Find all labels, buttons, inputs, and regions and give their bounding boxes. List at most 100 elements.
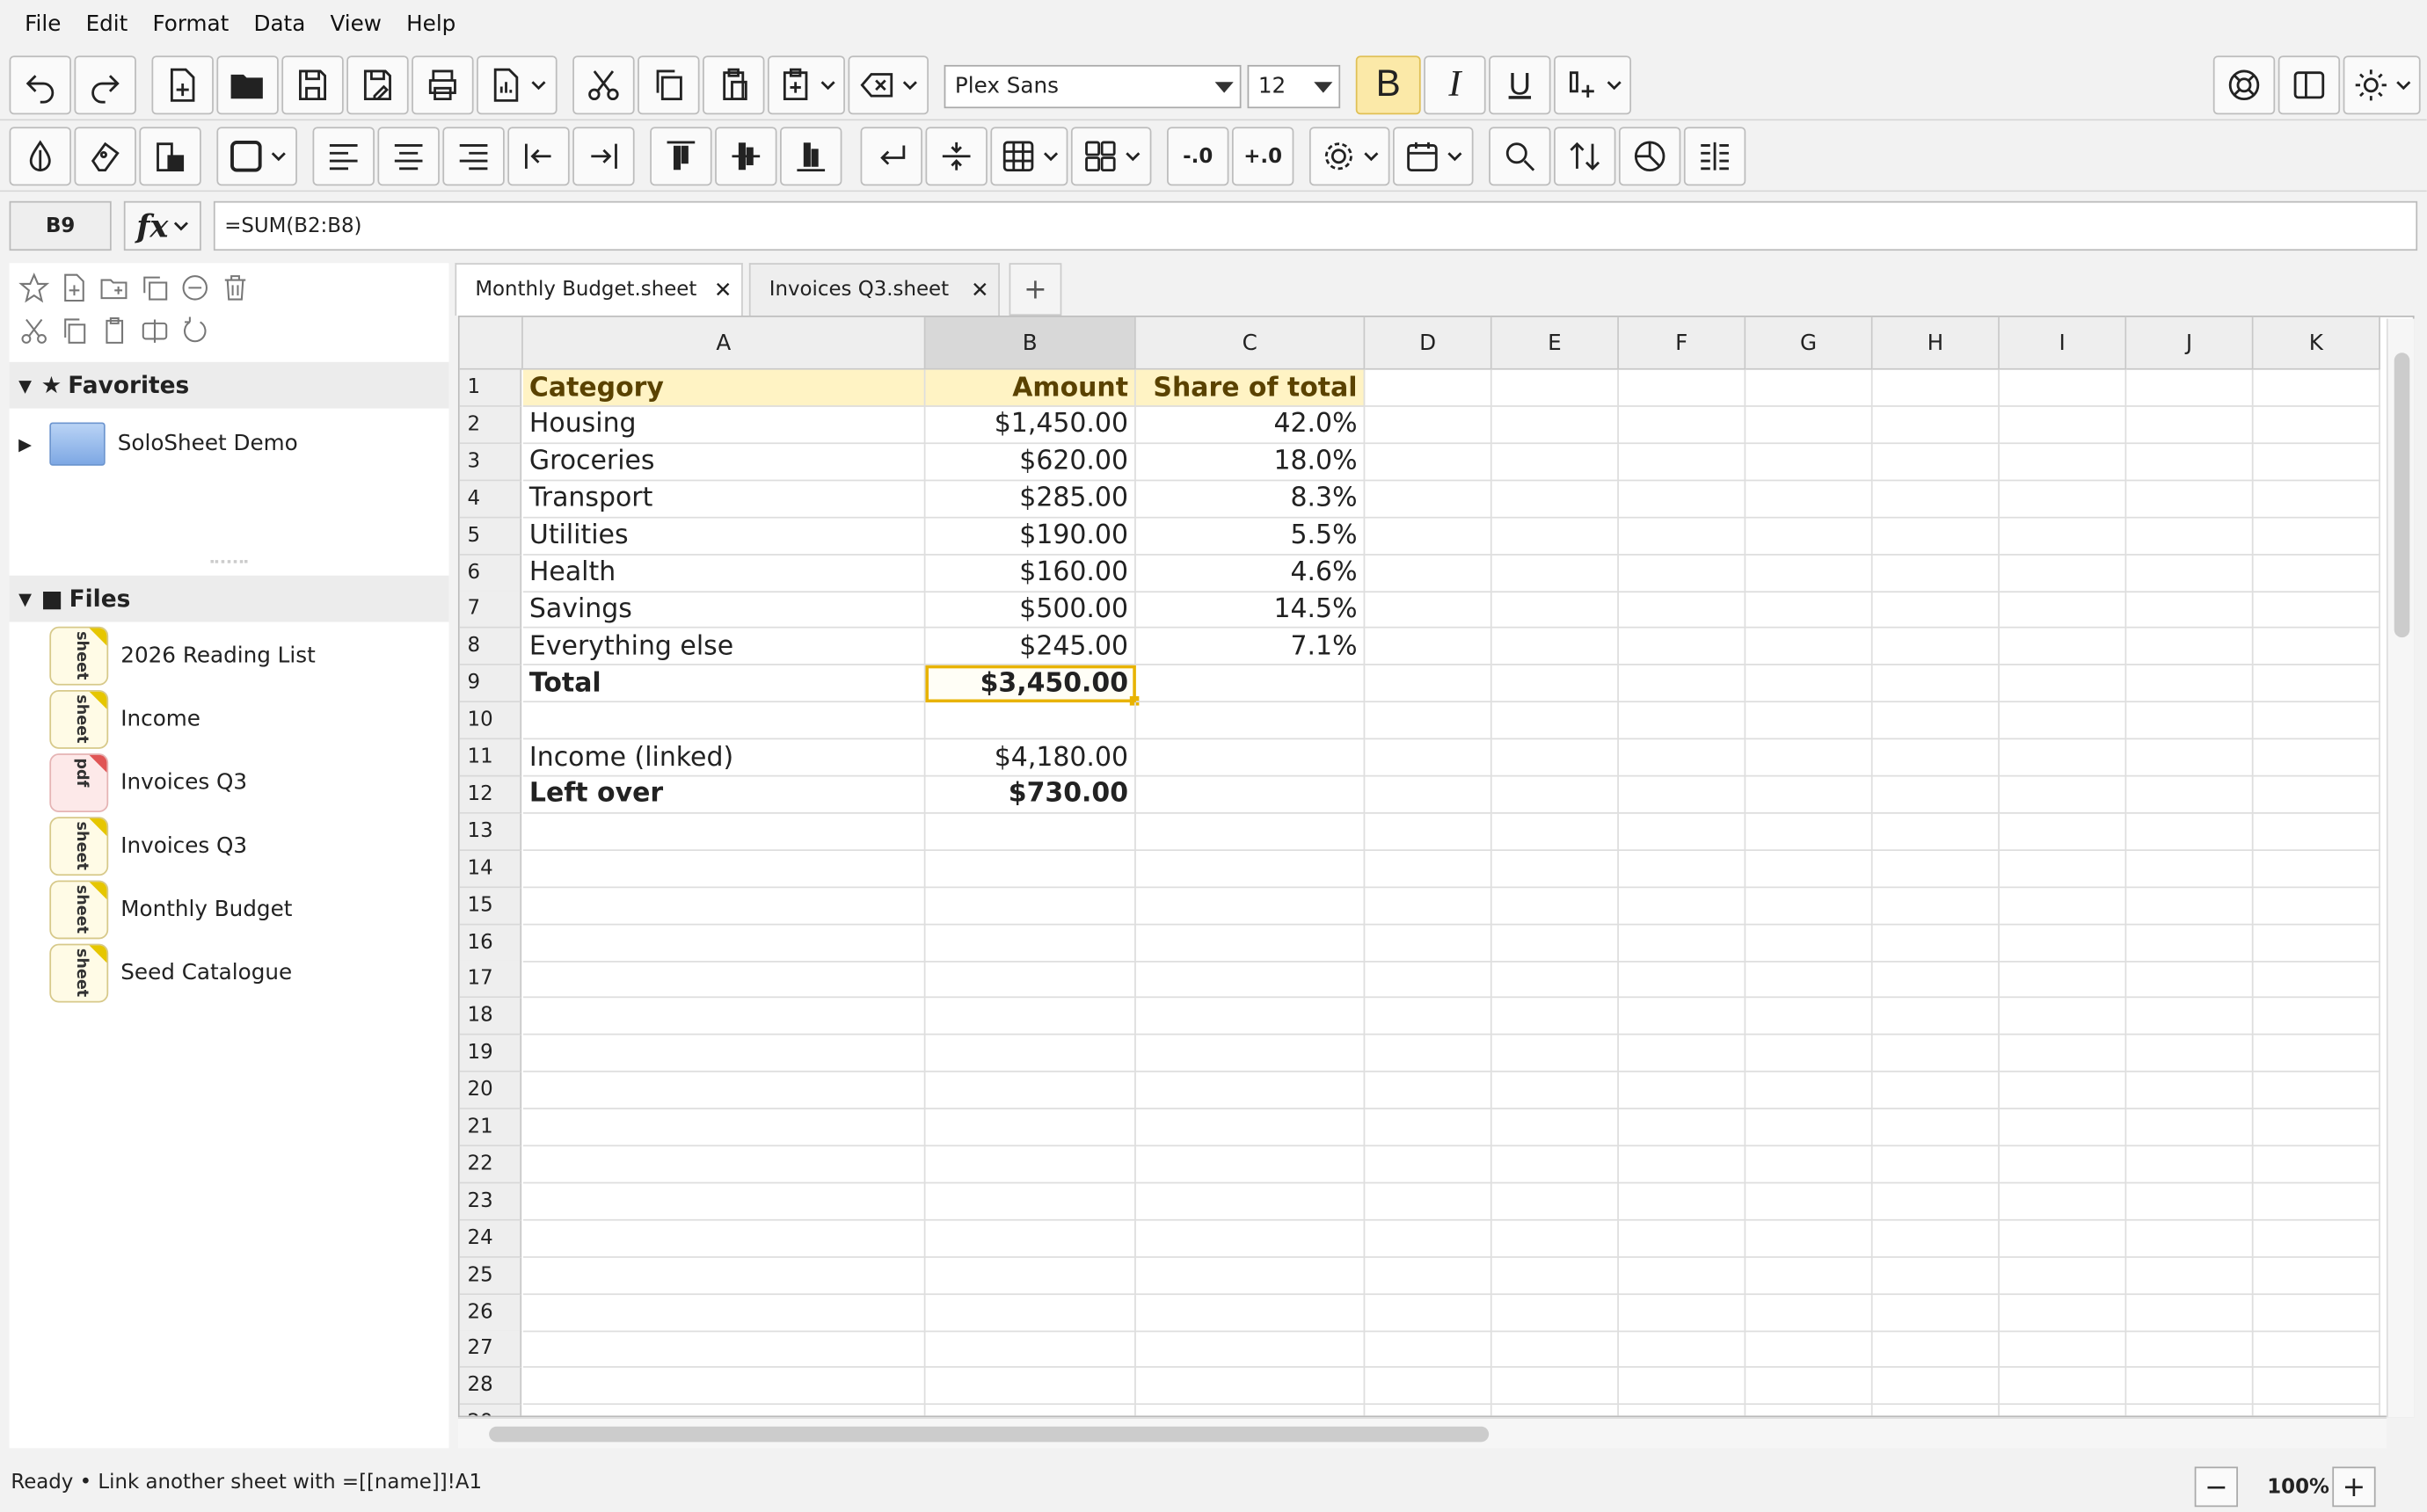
row-header-6[interactable]: 6 bbox=[459, 554, 522, 592]
cell-g22[interactable] bbox=[1746, 1145, 1873, 1184]
cell-k13[interactable] bbox=[2253, 813, 2380, 851]
cell-j17[interactable] bbox=[2126, 961, 2254, 999]
cell-f23[interactable] bbox=[1618, 1183, 1746, 1221]
cell-k14[interactable] bbox=[2253, 850, 2380, 888]
cell-f18[interactable] bbox=[1618, 998, 1746, 1036]
cell-a10[interactable] bbox=[522, 702, 926, 740]
cell-j15[interactable] bbox=[2126, 887, 2254, 925]
paste-format-button[interactable] bbox=[139, 127, 201, 186]
cell-a28[interactable] bbox=[522, 1368, 926, 1406]
column-header-j[interactable]: J bbox=[2126, 316, 2254, 370]
cell-i4[interactable] bbox=[1999, 480, 2127, 519]
cell-g18[interactable] bbox=[1746, 998, 1873, 1036]
row-header-13[interactable]: 13 bbox=[459, 813, 522, 851]
cell-b10[interactable] bbox=[925, 702, 1136, 740]
cell-i11[interactable] bbox=[1999, 739, 2127, 777]
close-icon[interactable]: ✕ bbox=[714, 278, 732, 302]
cell-f11[interactable] bbox=[1618, 739, 1746, 777]
cell-g3[interactable] bbox=[1746, 443, 1873, 482]
cell-c28[interactable] bbox=[1135, 1368, 1366, 1406]
cell-j29[interactable] bbox=[2126, 1405, 2254, 1416]
cell-f6[interactable] bbox=[1618, 554, 1746, 592]
cell-k24[interactable] bbox=[2253, 1220, 2380, 1258]
row-header-1[interactable]: 1 bbox=[459, 369, 522, 407]
cell-e6[interactable] bbox=[1491, 554, 1619, 592]
cell-d26[interactable] bbox=[1365, 1294, 1492, 1332]
cell-d5[interactable] bbox=[1365, 517, 1492, 556]
zoom-out-button[interactable]: − bbox=[2194, 1466, 2238, 1508]
cell-c27[interactable] bbox=[1135, 1331, 1366, 1369]
horizontal-scrollbar[interactable] bbox=[457, 1417, 2387, 1449]
cell-j21[interactable] bbox=[2126, 1109, 2254, 1147]
column-header-g[interactable]: G bbox=[1746, 316, 1873, 370]
tab-monthly-budget[interactable]: Monthly Budget.sheet ✕ bbox=[455, 263, 743, 316]
cell-i16[interactable] bbox=[1999, 924, 2127, 962]
cell-b19[interactable] bbox=[925, 1035, 1136, 1073]
cell-b24[interactable] bbox=[925, 1220, 1136, 1258]
cell-c13[interactable] bbox=[1135, 813, 1366, 851]
cell-g13[interactable] bbox=[1746, 813, 1873, 851]
cell-f16[interactable] bbox=[1618, 924, 1746, 962]
cell-a23[interactable] bbox=[522, 1183, 926, 1221]
column-header-b[interactable]: B bbox=[925, 316, 1136, 370]
tab-invoices-q3[interactable]: Invoices Q3.sheet ✕ bbox=[748, 263, 1000, 316]
increase-indent-button[interactable] bbox=[572, 127, 635, 186]
cell-c14[interactable] bbox=[1135, 850, 1366, 888]
cell-h25[interactable] bbox=[1872, 1257, 2000, 1295]
file-item[interactable]: sheet Income bbox=[10, 688, 449, 750]
cell-h3[interactable] bbox=[1872, 443, 2000, 482]
print-button[interactable] bbox=[412, 55, 474, 115]
duplicate-icon[interactable] bbox=[139, 273, 170, 303]
cell-d14[interactable] bbox=[1365, 850, 1492, 888]
cell-c12[interactable] bbox=[1135, 776, 1366, 814]
theme-button[interactable] bbox=[2343, 55, 2421, 115]
cell-g1[interactable] bbox=[1746, 369, 1873, 407]
cell-c2[interactable]: 42.0% bbox=[1135, 406, 1366, 444]
row-header-23[interactable]: 23 bbox=[459, 1183, 522, 1221]
cell-b17[interactable] bbox=[925, 961, 1136, 999]
paste-button[interactable] bbox=[703, 55, 765, 115]
cell-c29[interactable] bbox=[1136, 1405, 1366, 1416]
cell-a29[interactable] bbox=[523, 1405, 926, 1416]
paste-special-button[interactable] bbox=[767, 55, 845, 115]
row-header-21[interactable]: 21 bbox=[459, 1109, 522, 1147]
cell-c4[interactable]: 8.3% bbox=[1135, 480, 1366, 519]
cell-a16[interactable] bbox=[522, 924, 926, 962]
vertical-scroll-thumb[interactable] bbox=[2394, 353, 2410, 638]
cell-i2[interactable] bbox=[1999, 406, 2127, 444]
fill-color-button[interactable] bbox=[9, 127, 71, 186]
row-header-27[interactable]: 27 bbox=[459, 1331, 522, 1369]
cell-k21[interactable] bbox=[2253, 1109, 2380, 1147]
cell-i17[interactable] bbox=[1999, 961, 2127, 999]
borders-button[interactable] bbox=[216, 127, 297, 186]
cell-i21[interactable] bbox=[1999, 1109, 2127, 1147]
row-header-24[interactable]: 24 bbox=[459, 1220, 522, 1258]
wrap-text-button[interactable] bbox=[860, 127, 922, 186]
cell-e5[interactable] bbox=[1491, 517, 1619, 556]
open-button[interactable] bbox=[216, 55, 279, 115]
cell-f2[interactable] bbox=[1618, 406, 1746, 444]
row-header-8[interactable]: 8 bbox=[459, 629, 522, 666]
align-right-button[interactable] bbox=[442, 127, 505, 186]
cell-a13[interactable] bbox=[522, 813, 926, 851]
cell-c24[interactable] bbox=[1135, 1220, 1366, 1258]
cell-a19[interactable] bbox=[522, 1035, 926, 1073]
cell-c16[interactable] bbox=[1135, 924, 1366, 962]
cell-b6[interactable]: $160.00 bbox=[925, 554, 1136, 592]
cell-c25[interactable] bbox=[1135, 1257, 1366, 1295]
cell-d8[interactable] bbox=[1365, 629, 1492, 666]
cell-b26[interactable] bbox=[925, 1294, 1136, 1332]
column-header-c[interactable]: C bbox=[1135, 316, 1366, 370]
cell-b23[interactable] bbox=[925, 1183, 1136, 1221]
align-top-button[interactable] bbox=[650, 127, 712, 186]
column-header-h[interactable]: H bbox=[1872, 316, 2000, 370]
menu-data[interactable]: Data bbox=[253, 12, 305, 37]
cell-k2[interactable] bbox=[2253, 406, 2380, 444]
cell-h18[interactable] bbox=[1872, 998, 2000, 1036]
cell-j8[interactable] bbox=[2126, 629, 2254, 666]
cell-j16[interactable] bbox=[2126, 924, 2254, 962]
file-item[interactable]: sheet Seed Catalogue bbox=[10, 942, 449, 1004]
gridlines-button[interactable] bbox=[990, 127, 1068, 186]
function-button[interactable]: fx bbox=[123, 200, 201, 251]
cell-c5[interactable]: 5.5% bbox=[1135, 517, 1366, 556]
